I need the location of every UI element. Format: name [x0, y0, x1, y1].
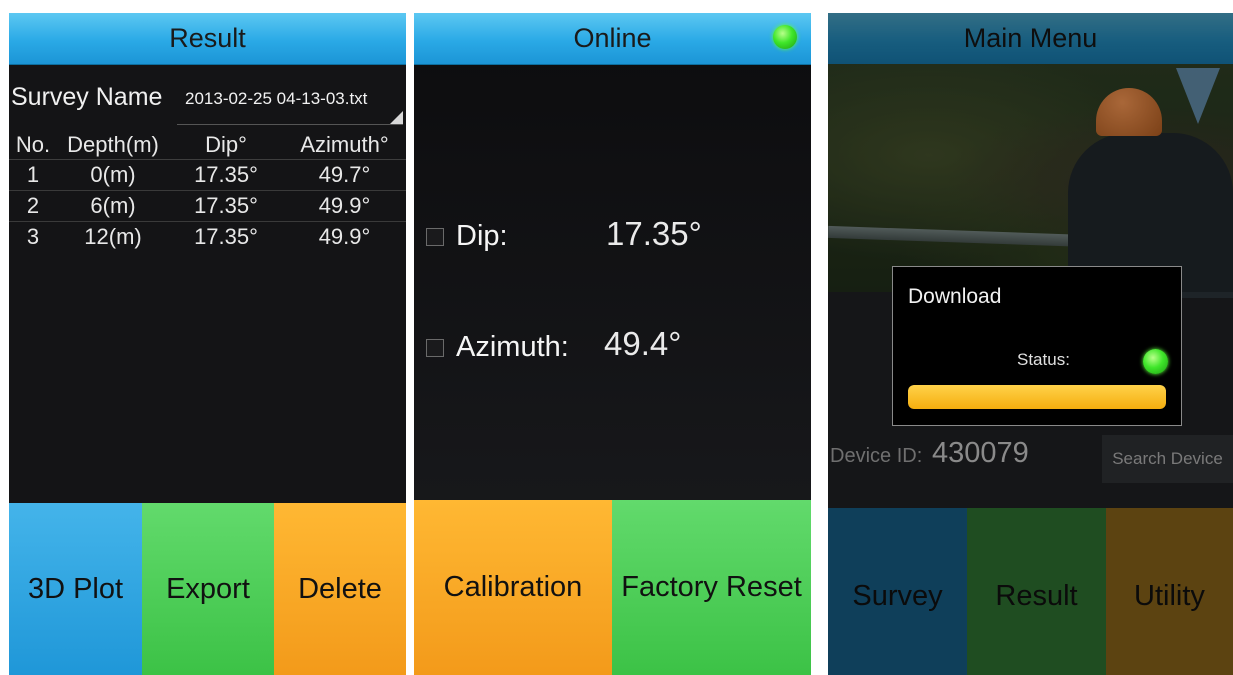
main-menu-screen: Main Menu Shanghai Liqing Geological Ins… — [828, 13, 1233, 675]
dip-value: 17.35° — [606, 215, 702, 252]
factory-reset-button[interactable]: Factory Reset — [612, 500, 811, 675]
progress-fill — [908, 385, 1166, 409]
result-button-bar: 3D Plot Export Delete — [9, 503, 406, 675]
screen-title: Main Menu — [963, 23, 1098, 53]
dip-reading: Dip: — [426, 220, 508, 253]
col-header-azimuth: Azimuth° — [283, 131, 406, 160]
delete-button[interactable]: Delete — [274, 503, 406, 675]
screen-title: Result — [169, 23, 246, 53]
cell-dip: 17.35° — [169, 190, 283, 222]
cell-no: 1 — [9, 159, 57, 191]
col-header-depth: Depth(m) — [57, 131, 169, 160]
status-led-icon — [773, 25, 797, 49]
photo-overlay — [828, 64, 1233, 292]
table-row[interactable]: 3 12(m) 17.35° 49.9° — [9, 222, 406, 253]
utility-button[interactable]: Utility — [1106, 508, 1233, 675]
dropdown-corner-icon — [389, 111, 403, 125]
cell-no: 2 — [9, 190, 57, 222]
cell-no: 3 — [26, 224, 40, 249]
dip-label: Dip: — [456, 220, 508, 252]
calibration-button[interactable]: Calibration — [414, 500, 612, 675]
download-dialog: Download Status: — [892, 266, 1182, 426]
survey-name-row: Survey Name 2013-02-25 04-13-03.txt — [9, 79, 406, 131]
cell-depth: 0(m) — [57, 159, 169, 191]
select-underline — [177, 124, 403, 125]
result-screen: Result Survey Name 2013-02-25 04-13-03.t… — [9, 13, 406, 675]
screen-title: Online — [573, 23, 652, 53]
survey-name-select[interactable]: 2013-02-25 04-13-03.txt — [177, 81, 403, 125]
cell-dip: 17.35° — [194, 224, 258, 249]
cell-azimuth: 49.9° — [318, 224, 371, 249]
table-row[interactable]: 2 6(m) 17.35° 49.9° — [9, 190, 406, 222]
survey-name-value: 2013-02-25 04-13-03.txt — [185, 89, 368, 108]
azimuth-checkbox[interactable] — [426, 338, 444, 357]
col-header-no: No. — [9, 131, 57, 160]
export-button[interactable]: Export — [142, 503, 274, 675]
search-device-button[interactable]: Search Device — [1102, 435, 1233, 483]
dialog-status-label: Status: — [1017, 350, 1070, 369]
dip-checkbox[interactable] — [426, 227, 444, 246]
title-bar: Online — [414, 13, 811, 65]
device-row: Device ID: 430079 Search Device — [828, 433, 1233, 483]
survey-button[interactable]: Survey — [828, 508, 967, 675]
azimuth-reading: Azimuth: — [426, 331, 569, 364]
download-progress-bar — [908, 385, 1166, 409]
cell-depth: 12(m) — [84, 224, 142, 249]
cell-depth: 6(m) — [57, 190, 169, 222]
main-menu-button-bar: Survey Result Utility — [828, 508, 1233, 675]
cell-dip: 17.35° — [169, 159, 283, 191]
online-screen: Online Dip: 17.35° Azimuth: 49.4° Calibr… — [414, 13, 811, 675]
device-id-value: 430079 — [932, 437, 1029, 469]
azimuth-label: Azimuth: — [456, 331, 569, 363]
results-table: No. Depth(m) Dip° Azimuth° 1 0(m) 17.35°… — [9, 131, 406, 252]
cell-azimuth: 49.7° — [283, 159, 406, 191]
cell-azimuth: 49.9° — [283, 190, 406, 222]
title-bar: Main Menu — [828, 13, 1233, 65]
dialog-title: Download — [908, 285, 1002, 308]
table-header-row: No. Depth(m) Dip° Azimuth° — [9, 131, 406, 160]
table-row[interactable]: 1 0(m) 17.35° 49.7° — [9, 159, 406, 191]
col-header-dip: Dip° — [169, 131, 283, 160]
device-id-label: Device ID: — [830, 445, 923, 467]
status-led-icon — [1143, 349, 1168, 374]
online-button-bar: Calibration Factory Reset — [414, 500, 811, 675]
result-button[interactable]: Result — [967, 508, 1106, 675]
survey-name-label: Survey Name — [11, 83, 163, 111]
3d-plot-button[interactable]: 3D Plot — [9, 503, 142, 675]
azimuth-value: 49.4° — [604, 325, 682, 362]
title-bar: Result — [9, 13, 406, 65]
